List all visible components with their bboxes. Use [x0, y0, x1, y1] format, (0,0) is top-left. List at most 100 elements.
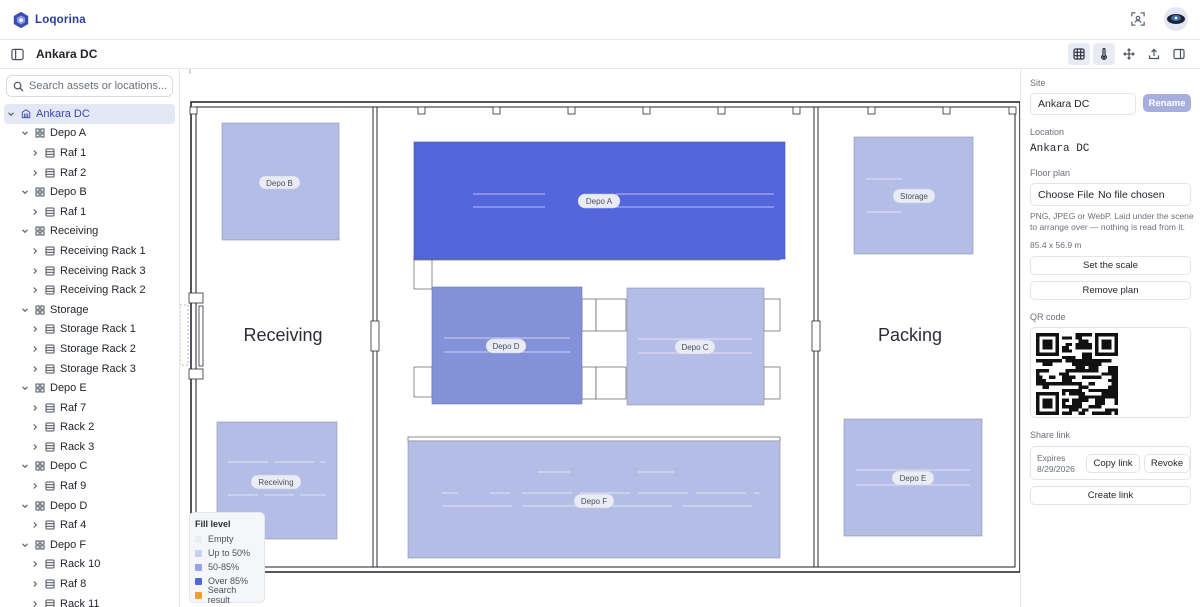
upload-icon[interactable] — [1143, 43, 1165, 65]
thermometer-icon[interactable] — [1093, 43, 1115, 65]
tree-item[interactable]: Rack 2 — [0, 418, 179, 438]
grid-icon — [35, 461, 45, 471]
tree-item[interactable]: Receiving — [0, 222, 179, 242]
search-box[interactable] — [6, 75, 173, 97]
zone-storage[interactable]: Storage — [853, 136, 974, 255]
chevron-down-icon[interactable] — [6, 110, 16, 118]
tree-item-label: Raf 1 — [60, 146, 87, 159]
search-input[interactable] — [29, 80, 169, 92]
chevron-down-icon[interactable] — [20, 129, 30, 137]
tree-item[interactable]: Receiving Rack 1 — [0, 241, 179, 261]
door-left — [370, 320, 380, 352]
tree-item[interactable]: Storage Rack 2 — [0, 339, 179, 359]
chevron-right-icon[interactable] — [30, 560, 40, 568]
tree-item[interactable]: Raf 2 — [0, 163, 179, 183]
tree-item[interactable]: Storage — [0, 300, 179, 320]
panel-toggle-icon[interactable] — [1168, 43, 1190, 65]
chevron-down-icon[interactable] — [20, 502, 30, 510]
site-name-input[interactable]: Ankara DC — [1030, 93, 1136, 115]
chevron-right-icon[interactable] — [30, 580, 40, 588]
tree-item[interactable]: Storage Rack 1 — [0, 320, 179, 340]
chevron-right-icon[interactable] — [30, 247, 40, 255]
create-link-button[interactable]: Create link — [1030, 486, 1191, 505]
tree-item-label: Raf 4 — [60, 519, 87, 532]
tree-item[interactable]: Depo E — [0, 378, 179, 398]
chevron-right-icon[interactable] — [30, 286, 40, 294]
tree-item[interactable]: Rack 11 — [0, 594, 179, 607]
chevron-down-icon[interactable] — [20, 188, 30, 196]
tree-item[interactable]: Depo C — [0, 457, 179, 477]
chevron-down-icon[interactable] — [20, 227, 30, 235]
grid-view-icon[interactable] — [1068, 43, 1090, 65]
tree-item[interactable]: Raf 1 — [0, 143, 179, 163]
chevron-right-icon[interactable] — [30, 208, 40, 216]
chevron-right-icon[interactable] — [30, 521, 40, 529]
zone-depo-a[interactable]: Depo A — [413, 141, 786, 260]
chevron-right-icon[interactable] — [30, 169, 40, 177]
tree-item[interactable]: Depo B — [0, 182, 179, 202]
chevron-down-icon[interactable] — [20, 306, 30, 314]
avatar[interactable] — [1164, 7, 1188, 31]
tree-item[interactable]: Depo A — [0, 124, 179, 144]
chevron-right-icon[interactable] — [30, 345, 40, 353]
tree-item[interactable]: Ankara DC — [4, 104, 175, 124]
file-input[interactable]: Choose File No file chosen — [1030, 183, 1191, 206]
tree-item[interactable]: Raf 8 — [0, 574, 179, 594]
tree-item[interactable]: Depo D — [0, 496, 179, 516]
floor-plan[interactable]: Receiving Packing Depo B Depo A Storage … — [180, 69, 1020, 607]
chevron-down-icon[interactable] — [20, 384, 30, 392]
tree-item-label: Rack 2 — [60, 421, 95, 434]
properties-panel: Site Ankara DC Rename Location Ankara DC… — [1020, 69, 1200, 607]
tree-item[interactable]: Raf 7 — [0, 398, 179, 418]
chevron-right-icon[interactable] — [30, 482, 40, 490]
zone-depo-f[interactable]: Depo F — [407, 440, 781, 559]
tree-item[interactable]: Raf 1 — [0, 202, 179, 222]
chevron-right-icon[interactable] — [30, 600, 40, 607]
zone-depo-e[interactable]: Depo E — [843, 418, 983, 537]
sidebar-toggle-icon[interactable] — [8, 45, 26, 63]
chevron-right-icon[interactable] — [30, 423, 40, 431]
brand[interactable]: Loqorina — [12, 11, 86, 29]
tree-item[interactable]: Receiving Rack 3 — [0, 261, 179, 281]
tree-item-label: Raf 8 — [60, 578, 87, 591]
zone-depo-b[interactable]: Depo B — [221, 122, 340, 241]
tree-item[interactable]: Depo F — [0, 535, 179, 555]
share-link-box: Expires 8/29/2026 Copy link Revoke — [1030, 446, 1191, 480]
zone-depo-c[interactable]: Depo C — [626, 287, 765, 406]
chevron-right-icon[interactable] — [30, 443, 40, 451]
choose-file-button[interactable]: Choose File — [1038, 189, 1094, 201]
chevron-right-icon[interactable] — [30, 149, 40, 157]
revoke-button[interactable]: Revoke — [1144, 454, 1190, 473]
tree-item[interactable]: Raf 4 — [0, 515, 179, 535]
tree-item[interactable]: Storage Rack 3 — [0, 359, 179, 379]
tree-item-label: Depo B — [50, 186, 87, 199]
tree-item[interactable]: Raf 9 — [0, 476, 179, 496]
chevron-down-icon[interactable] — [20, 541, 30, 549]
floor-plan-help: PNG, JPEG or WebP. Laid under the scene … — [1030, 211, 1194, 232]
rename-button[interactable]: Rename — [1143, 94, 1191, 112]
tree-item[interactable]: Receiving Rack 2 — [0, 280, 179, 300]
copy-link-button[interactable]: Copy link — [1086, 454, 1140, 473]
location-tree: Ankara DC Depo A Raf 1 Raf 2 Depo B Raf 1 Rece… — [0, 104, 179, 607]
scan-icon[interactable] — [1126, 7, 1150, 31]
zone-depo-d[interactable]: Depo D — [431, 286, 583, 405]
chevron-right-icon[interactable] — [30, 325, 40, 333]
floor-plan-canvas[interactable]: Receiving Packing Depo B Depo A Storage … — [180, 69, 1020, 607]
tree-item-label: Depo D — [50, 499, 88, 512]
chevron-down-icon[interactable] — [20, 462, 30, 470]
tree-item[interactable]: Rack 3 — [0, 437, 179, 457]
rack-icon — [45, 364, 55, 374]
tree-item[interactable]: Rack 10 — [0, 555, 179, 575]
set-scale-button[interactable]: Set the scale — [1030, 256, 1191, 275]
tree-item-label: Receiving Rack 1 — [60, 244, 146, 257]
zone-label: Receiving — [258, 478, 293, 487]
move-icon[interactable] — [1118, 43, 1140, 65]
zone-label: Depo D — [492, 342, 519, 351]
tree-item-label: Depo A — [50, 127, 87, 140]
remove-plan-button[interactable]: Remove plan — [1030, 281, 1191, 300]
chevron-right-icon[interactable] — [30, 404, 40, 412]
chevron-right-icon[interactable] — [30, 365, 40, 373]
chevron-right-icon[interactable] — [30, 267, 40, 275]
tree-item-label: Depo C — [50, 460, 88, 473]
top-bar: Loqorina — [0, 0, 1200, 40]
